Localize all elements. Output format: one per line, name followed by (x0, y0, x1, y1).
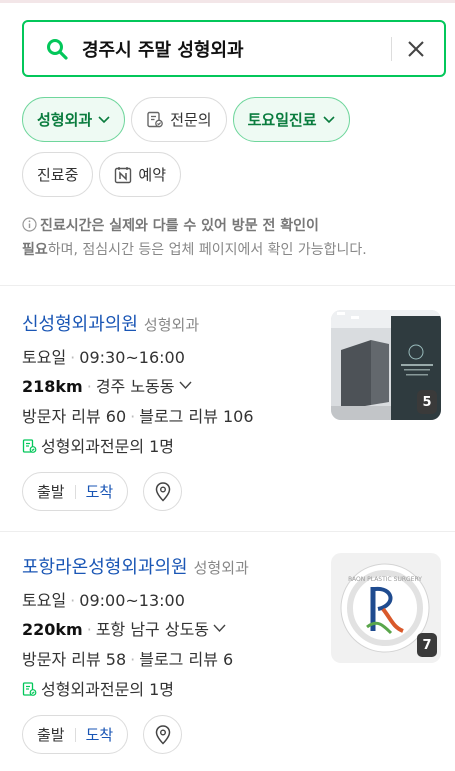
depart-button[interactable]: 출발 (37, 481, 65, 502)
arrive-button[interactable]: 도착 (86, 724, 114, 745)
map-pin-button[interactable] (143, 715, 182, 754)
filter-chip-department[interactable]: 성형외과 (22, 97, 126, 142)
search-bar[interactable]: 경주시 주말 성형외과 (22, 20, 446, 77)
clear-icon[interactable] (406, 39, 426, 59)
visitor-reviews[interactable]: 방문자 리뷰 60 (22, 407, 126, 426)
reviews-row[interactable]: 방문자 리뷰 60 · 블로그 리뷰 106 (22, 403, 254, 427)
specialist-row: 성형외과전문의 1명 (22, 676, 174, 700)
top-border (0, 0, 455, 3)
filter-row-1: 성형외과 전문의 토요일진료 (22, 97, 442, 142)
photo-count-badge: 5 (417, 390, 437, 414)
filter-chip-booking[interactable]: 예약 (99, 152, 182, 197)
reviews-row[interactable]: 방문자 리뷰 58 · 블로그 리뷰 6 (22, 646, 233, 670)
naver-booking-icon (115, 166, 132, 183)
filter-row-2: 진료중 예약 (22, 152, 442, 197)
place-name-row[interactable]: 신성형외과의원 성형외과 (22, 310, 199, 336)
place-photo[interactable]: RAON PLASTIC SURGERY 7 (331, 553, 441, 663)
location-row[interactable]: 220km · 포항 남구 상도동 (22, 616, 226, 640)
filter-chip-open-now[interactable]: 진료중 (22, 152, 94, 197)
hours-time: 09:00~13:00 (79, 591, 185, 610)
search-icon (47, 38, 68, 60)
chevron-down-icon[interactable] (213, 624, 226, 633)
divider (0, 285, 455, 286)
hours-row: 토요일 · 09:00~13:00 (22, 591, 185, 610)
specialist-row: 성형외과전문의 1명 (22, 433, 174, 457)
distance: 218km (22, 377, 83, 396)
specialist-count: 성형외과전문의 1명 (41, 680, 175, 699)
place-photo[interactable]: 5 (331, 310, 441, 420)
specialist-count: 성형외과전문의 1명 (41, 437, 175, 456)
place-name-row[interactable]: 포항라온성형외과의원 성형외과 (22, 553, 249, 579)
location-pin-icon (155, 481, 170, 502)
area: 경주 노동동 (95, 377, 175, 396)
place-name[interactable]: 포항라온성형외과의원 (22, 557, 188, 578)
area: 포항 남구 상도동 (95, 620, 210, 639)
arrive-button[interactable]: 도착 (86, 481, 114, 502)
result-card[interactable]: 신성형외과의원 성형외과 토요일 · 09:30~16:00 218km · 경주 노동동… (0, 310, 455, 520)
blog-reviews[interactable]: 블로그 리뷰 6 (139, 650, 233, 669)
blog-reviews[interactable]: 블로그 리뷰 106 (139, 407, 253, 426)
search-divider (391, 36, 392, 61)
filter-chip-specialist[interactable]: 전문의 (131, 97, 227, 142)
result-card[interactable]: 포항라온성형외과의원 성형외과 토요일 · 09:00~13:00 220km · 포항 … (0, 553, 455, 763)
hours-day: 토요일 (22, 348, 67, 367)
photo-count-badge: 7 (417, 633, 437, 657)
hours-day: 토요일 (22, 591, 67, 610)
hours-time: 09:30~16:00 (79, 348, 185, 367)
search-query[interactable]: 경주시 주말 성형외과 (82, 36, 391, 62)
route-button[interactable]: 출발 도착 (22, 472, 129, 511)
visitor-reviews[interactable]: 방문자 리뷰 58 (22, 650, 126, 669)
notice-bold-2: 필요 (22, 242, 48, 258)
logo-text: RAON PLASTIC SURGERY (348, 576, 422, 583)
depart-button[interactable]: 출발 (37, 724, 65, 745)
distance: 220km (22, 620, 83, 639)
filter-chip-label: 전문의 (170, 111, 212, 129)
divider (0, 531, 455, 532)
chevron-down-icon (323, 115, 335, 123)
chevron-down-icon (98, 115, 110, 123)
info-icon (22, 217, 37, 232)
place-category: 성형외과 (143, 316, 200, 334)
certificate-icon (22, 439, 37, 453)
route-button[interactable]: 출발 도착 (22, 715, 129, 754)
filter-chip-label: 토요일진료 (247, 111, 317, 129)
map-pin-button[interactable] (143, 472, 182, 511)
chevron-down-icon[interactable] (178, 381, 192, 390)
filter-chip-label: 진료중 (37, 166, 79, 184)
location-row[interactable]: 218km · 경주 노동동 (22, 373, 192, 397)
place-name[interactable]: 신성형외과의원 (22, 314, 138, 335)
filter-chip-label: 성형외과 (37, 111, 93, 129)
certificate-icon (147, 111, 164, 127)
notice-text: 하며, 점심시간 등은 업체 페이지에서 확인 가능합니다. (47, 242, 367, 258)
filter-chip-saturday[interactable]: 토요일진료 (232, 97, 350, 142)
certificate-icon (22, 682, 37, 696)
place-category: 성형외과 (193, 559, 249, 577)
filter-chip-label: 예약 (138, 166, 167, 184)
notice-bold-1: 진료시간은 실제와 다를 수 있어 방문 전 확인이 (40, 218, 319, 234)
hours-row: 토요일 · 09:30~16:00 (22, 348, 185, 367)
hours-notice: 진료시간은 실제와 다를 수 있어 방문 전 확인이필요하며, 점심시간 등은 … (22, 214, 442, 262)
location-pin-icon (155, 724, 170, 745)
